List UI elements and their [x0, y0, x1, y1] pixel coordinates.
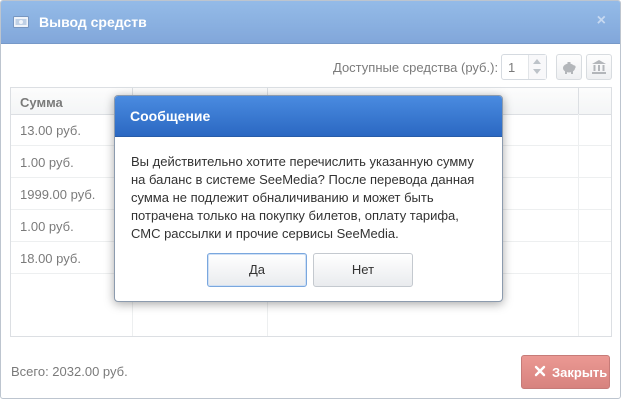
yes-button[interactable]: Да [207, 253, 307, 287]
no-button[interactable]: Нет [313, 253, 413, 287]
dialog-title: Сообщение [130, 108, 211, 124]
dialog-titlebar: Сообщение [115, 96, 502, 137]
confirm-dialog: Сообщение Вы действительно хотите перечи… [114, 95, 503, 302]
dialog-message: Вы действительно хотите перечислить указ… [131, 154, 475, 241]
